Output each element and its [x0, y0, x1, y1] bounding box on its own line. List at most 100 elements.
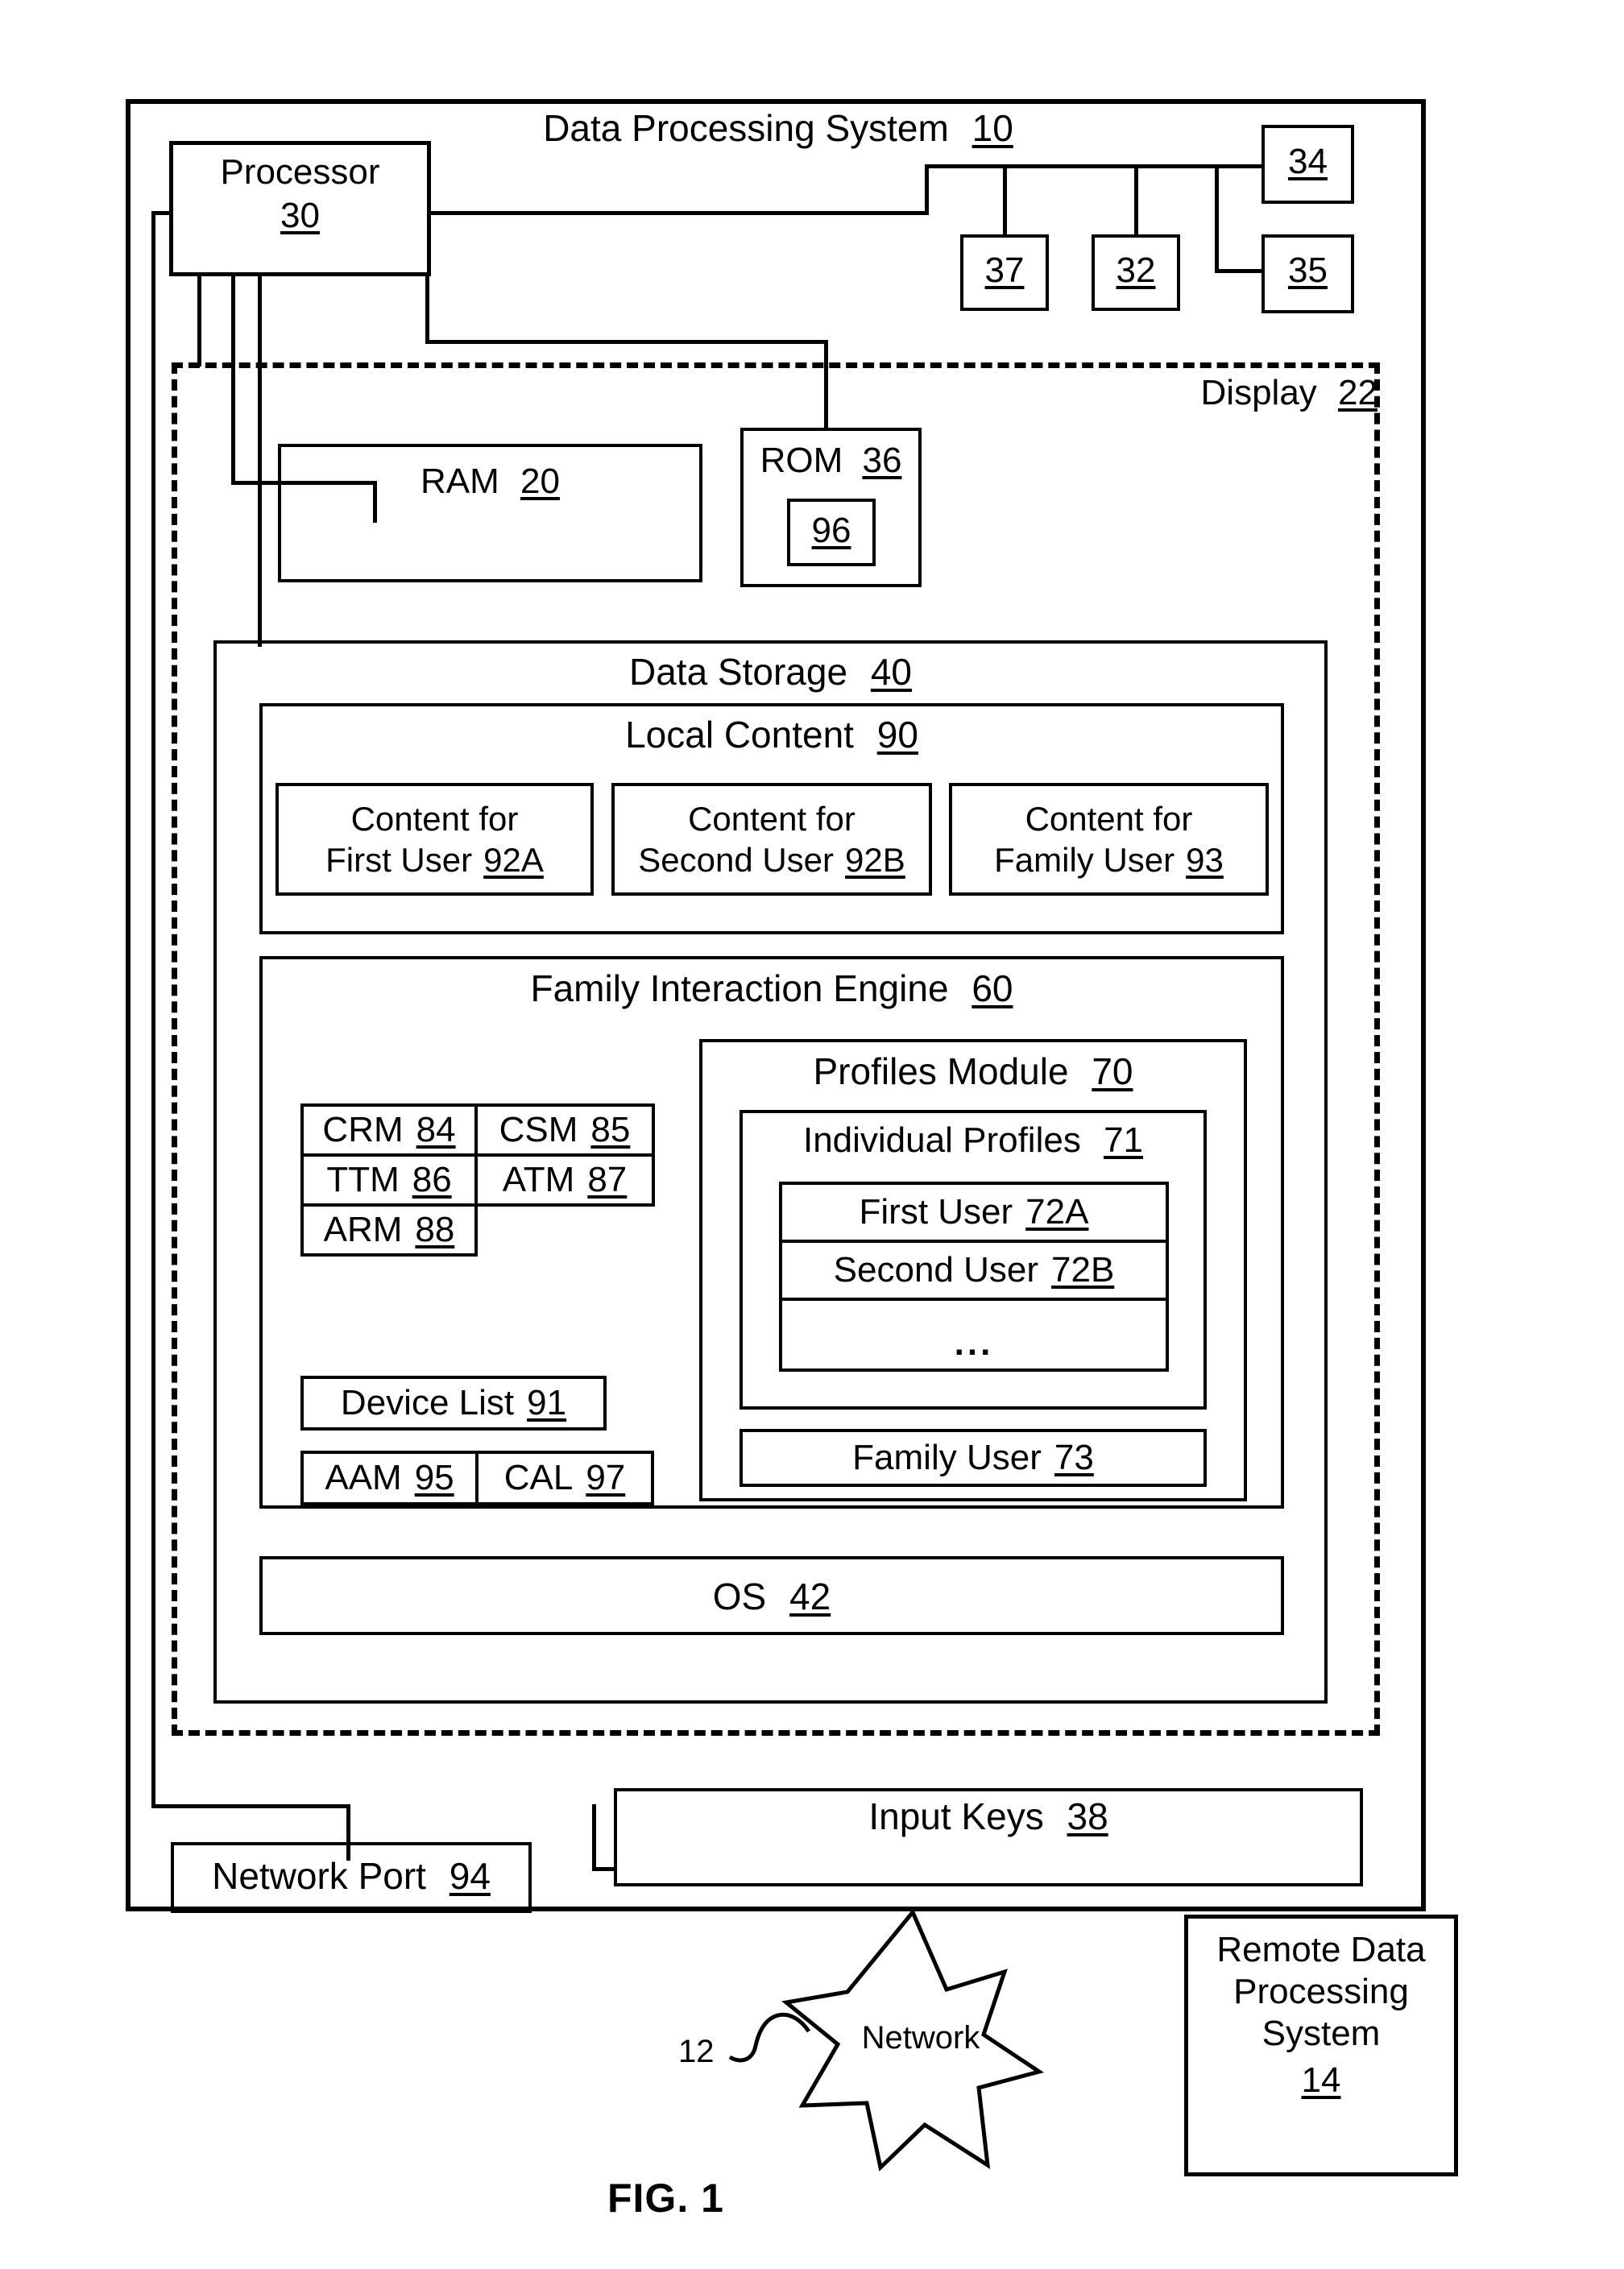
remote-system-label: Remote Data Processing System 14	[1184, 1929, 1458, 2101]
wire-proc-drop-b	[258, 274, 262, 647]
device-list-box: Device List 91	[300, 1376, 607, 1431]
processor-ref: 30	[169, 195, 431, 237]
remote-system-line3: System	[1262, 2013, 1381, 2053]
profile-row-ellipsis: ...	[779, 1298, 1169, 1372]
wire-input-keys-stub-vertical	[592, 1804, 596, 1870]
module-arm-label: ARM	[323, 1210, 403, 1249]
individual-profiles-label-text: Individual Profiles	[802, 1120, 1081, 1160]
ram-label-ref: 20	[520, 462, 560, 501]
local-content-label: Local Content 90	[259, 713, 1284, 756]
module-arm-ref: 88	[415, 1210, 455, 1249]
module-ttm-ref: 86	[412, 1160, 452, 1199]
network-lead-line	[728, 2012, 811, 2063]
processor-ref-text: 30	[280, 196, 320, 235]
wire-proc-drop-d	[425, 274, 429, 342]
wire-left-bus-bottom	[151, 1804, 349, 1808]
remote-system-line1: Remote Data	[1216, 1930, 1426, 1969]
input-keys-label-ref: 38	[1067, 1795, 1108, 1837]
network-port-label-ref: 94	[449, 1855, 491, 1897]
wire-bus-riser	[925, 164, 929, 213]
network-port-label: Network Port 94	[171, 1854, 532, 1898]
module-crm-ref: 84	[416, 1110, 456, 1149]
module-crm-label: CRM	[322, 1110, 404, 1149]
profiles-module-label-ref: 70	[1092, 1050, 1133, 1092]
os-label: OS 42	[259, 1575, 1284, 1618]
wire-bus-top	[925, 164, 1263, 168]
module-aam-label: AAM	[325, 1458, 402, 1497]
profiles-module-label: Profiles Module 70	[699, 1050, 1247, 1093]
system-title-ref: 10	[972, 107, 1013, 149]
profile-row-first-user: First User 72A	[779, 1182, 1169, 1243]
data-storage-label-ref: 40	[870, 651, 912, 693]
wire-processor-right	[431, 211, 929, 215]
peripheral-ref-35: 35	[1288, 251, 1328, 290]
wire-left-bus-vertical	[151, 211, 155, 1807]
individual-profiles-label-ref: 71	[1104, 1120, 1144, 1160]
wire-proc-drop-a-horizontal	[231, 481, 376, 485]
os-label-ref: 42	[789, 1575, 831, 1617]
profiles-module-label-text: Profiles Module	[813, 1050, 1069, 1092]
wire-to-35-horizontal	[1215, 269, 1263, 273]
display-label: Display 22	[1120, 372, 1378, 414]
wire-proc-drop-a	[231, 274, 235, 483]
module-cell-atm: ATM 87	[474, 1153, 655, 1207]
content-box-family-user: Content for Family User 93	[949, 783, 1269, 896]
display-label-text: Display	[1200, 373, 1317, 412]
display-label-ref: 22	[1338, 373, 1378, 412]
profile-second-user-ref: 72B	[1051, 1250, 1115, 1290]
rom-inner-ref: 96	[811, 511, 851, 550]
content-second-user-line2: Second User 92B	[638, 841, 905, 879]
family-interaction-engine-label: Family Interaction Engine 60	[259, 967, 1284, 1010]
family-user-profile-ref: 73	[1054, 1438, 1094, 1477]
module-ttm-label: TTM	[326, 1160, 400, 1199]
remote-system-line2: Processing	[1233, 1971, 1409, 2011]
processor-label-text: Processor	[220, 152, 380, 192]
module-atm-ref: 87	[587, 1160, 628, 1199]
module-cal-ref: 97	[586, 1458, 626, 1497]
module-cell-arm: ARM 88	[300, 1203, 478, 1257]
device-list-ref: 91	[527, 1383, 567, 1422]
wire-input-keys-stub-horizontal	[592, 1867, 616, 1871]
fie-label-ref: 60	[972, 967, 1013, 1009]
rom-label-text: ROM	[760, 441, 843, 480]
device-list-label: Device List	[340, 1383, 515, 1422]
content-family-user-line1: Content for	[1025, 799, 1193, 838]
profile-first-user-label: First User	[859, 1192, 1013, 1232]
module-atm-label: ATM	[502, 1160, 575, 1199]
patent-figure-1: Data Processing System 10 Processor 30 3…	[0, 0, 1624, 2269]
os-label-text: OS	[712, 1575, 767, 1617]
local-content-label-text: Local Content	[625, 714, 854, 756]
wire-proc-drop-c	[197, 274, 201, 366]
input-keys-label: Input Keys 38	[614, 1795, 1363, 1838]
system-title: Data Processing System 10	[528, 106, 1028, 150]
wire-proc-to-rom-vertical	[824, 340, 828, 430]
data-storage-label: Data Storage 40	[213, 650, 1328, 694]
module-cell-crm: CRM 84	[300, 1103, 478, 1157]
content-box-second-user: Content for Second User 92B	[611, 783, 932, 896]
family-user-profile-box: Family User 73	[740, 1429, 1207, 1487]
figure-caption: FIG. 1	[607, 2176, 724, 2221]
remote-system-ref: 14	[1301, 2060, 1341, 2100]
content-box-first-user: Content for First User 92A	[276, 783, 594, 896]
module-aam-ref: 95	[414, 1458, 454, 1497]
profile-row-second-user: Second User 72B	[779, 1240, 1169, 1301]
peripheral-ref-34: 34	[1288, 142, 1328, 181]
wire-to-37	[1003, 164, 1007, 237]
module-cell-csm: CSM 85	[474, 1103, 655, 1157]
input-keys-label-text: Input Keys	[868, 1795, 1044, 1837]
module-cal-label: CAL	[503, 1458, 574, 1497]
ram-label-text: RAM	[420, 462, 499, 501]
wire-to-35-vertical	[1215, 164, 1219, 272]
wire-proc-drop-a-into-ram	[373, 481, 377, 523]
module-csm-label: CSM	[499, 1110, 578, 1149]
network-port-label-text: Network Port	[212, 1855, 426, 1897]
module-csm-ref: 85	[590, 1110, 631, 1149]
system-title-text: Data Processing System	[543, 107, 949, 149]
rom-label-ref: 36	[862, 441, 902, 480]
network-ref-12: 12	[678, 2034, 715, 2069]
rom-label: ROM 36	[740, 440, 922, 482]
wire-to-32	[1134, 164, 1138, 237]
family-user-profile-label: Family User	[852, 1438, 1042, 1477]
fie-label-text: Family Interaction Engine	[530, 967, 949, 1009]
profile-first-user-ref: 72A	[1025, 1192, 1089, 1232]
